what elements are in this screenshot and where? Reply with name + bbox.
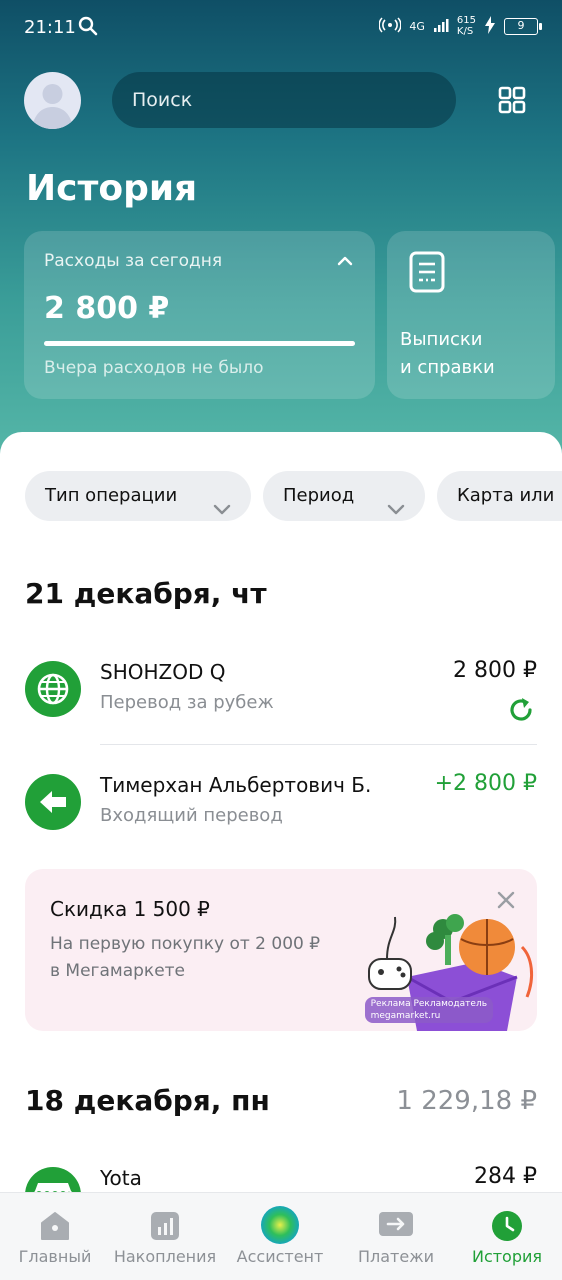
ad-label-text: Реклама Рекламодатель bbox=[370, 999, 487, 1009]
network-label: 4G bbox=[409, 19, 425, 33]
home-icon bbox=[38, 1209, 72, 1247]
statements-line2: и справки bbox=[400, 357, 495, 378]
promo-line1: На первую покупку от 2 000 ₽ bbox=[50, 934, 321, 954]
clock-icon bbox=[490, 1209, 524, 1247]
date-header: 18 декабря, пн bbox=[25, 1084, 270, 1117]
divider bbox=[100, 744, 537, 745]
expenses-card[interactable]: Расходы за сегодня 2 800 ₽ Вчера расходо… bbox=[24, 231, 375, 399]
ad-label[interactable]: Реклама Рекламодатель megamarket.ru bbox=[364, 997, 493, 1023]
promo-banner[interactable]: Скидка 1 500 ₽ На первую покупку от 2 00… bbox=[25, 869, 537, 1031]
chart-icon bbox=[148, 1209, 182, 1247]
tab-savings[interactable]: Накопления bbox=[110, 1193, 220, 1280]
status-bar: 21:11 4G 615 K/S 9 bbox=[0, 0, 562, 56]
search-icon bbox=[78, 16, 98, 40]
transaction-subtitle: Входящий перевод bbox=[100, 805, 283, 826]
tab-history[interactable]: История bbox=[452, 1193, 562, 1280]
filter-label: Период bbox=[283, 485, 355, 506]
tab-assistant[interactable]: Ассистент bbox=[224, 1193, 336, 1280]
chevron-down-icon bbox=[213, 488, 231, 538]
tab-label: Главный bbox=[18, 1247, 92, 1266]
battery-icon: 9 bbox=[504, 17, 542, 35]
date-total: 1 229,18 ₽ bbox=[396, 1086, 537, 1116]
expenses-amount: 2 800 ₽ bbox=[44, 291, 170, 326]
promo-description: На первую покупку от 2 000 ₽ в Мегамарке… bbox=[50, 931, 360, 985]
filter-operation-type[interactable]: Тип операции bbox=[25, 471, 251, 521]
filter-period[interactable]: Период bbox=[263, 471, 425, 521]
signal-icon bbox=[433, 17, 449, 36]
promo-title: Скидка 1 500 ₽ bbox=[50, 897, 210, 921]
expenses-progress bbox=[44, 341, 355, 346]
hotspot-icon bbox=[378, 16, 403, 36]
tab-label: Платежи bbox=[357, 1247, 435, 1266]
transaction-name: Тимерхан Альбертович Б. bbox=[100, 773, 372, 797]
document-icon bbox=[409, 251, 445, 297]
arrow-left-icon bbox=[25, 774, 81, 830]
globe-icon bbox=[25, 661, 81, 717]
transaction-amount: 2 800 ₽ bbox=[453, 658, 537, 683]
chevron-down-icon bbox=[387, 488, 405, 538]
statements-line1: Выписки bbox=[400, 329, 483, 350]
tab-payments[interactable]: Платежи bbox=[340, 1193, 452, 1280]
charging-icon bbox=[484, 15, 496, 37]
expenses-label: Расходы за сегодня bbox=[44, 251, 223, 271]
filter-card[interactable]: Карта или bbox=[437, 471, 562, 521]
ad-site: megamarket.ru bbox=[370, 1011, 441, 1021]
search-input[interactable]: Поиск bbox=[112, 72, 456, 128]
avatar[interactable] bbox=[24, 72, 81, 129]
transfer-icon bbox=[378, 1209, 414, 1243]
data-speed-value: 615 bbox=[456, 15, 476, 26]
tab-label: История bbox=[471, 1247, 543, 1266]
filter-label: Карта или bbox=[457, 485, 555, 506]
tab-label: Ассистент bbox=[236, 1247, 324, 1266]
user-silhouette-icon bbox=[32, 84, 73, 129]
promo-line2: в Мегамаркете bbox=[50, 961, 186, 981]
chevron-up-icon[interactable] bbox=[335, 251, 355, 275]
assistant-orb-icon bbox=[260, 1205, 300, 1249]
expenses-note: Вчера расходов не было bbox=[44, 358, 264, 378]
transaction-name: SHOHZOD Q bbox=[100, 660, 226, 684]
grid-menu-icon[interactable] bbox=[496, 84, 528, 116]
data-speed: 615 K/S bbox=[457, 15, 476, 37]
data-speed-unit: K/S bbox=[456, 26, 474, 37]
transaction-amount: 284 ₽ bbox=[474, 1164, 537, 1189]
tab-label: Накопления bbox=[113, 1247, 217, 1266]
tab-main[interactable]: Главный bbox=[0, 1193, 110, 1280]
history-list: Тип операции Период Карта или 21 декабря… bbox=[0, 432, 562, 1192]
date-header: 21 декабря, чт bbox=[25, 577, 267, 610]
bottom-tab-bar: Главный Накопления Ассистент Платежи Ист… bbox=[0, 1192, 562, 1280]
transaction-amount: +2 800 ₽ bbox=[434, 771, 537, 796]
page-title: История bbox=[26, 168, 198, 209]
store-icon bbox=[25, 1167, 81, 1192]
transaction-subtitle: Перевод за рубеж bbox=[100, 692, 274, 713]
expenses-progress-fill bbox=[44, 341, 355, 346]
filter-label: Тип операции bbox=[45, 485, 178, 506]
status-time: 21:11 bbox=[24, 17, 76, 38]
repeat-icon[interactable] bbox=[505, 694, 537, 730]
statements-card[interactable]: Выписки и справки bbox=[387, 231, 555, 399]
transaction-name: Yota bbox=[100, 1166, 142, 1190]
